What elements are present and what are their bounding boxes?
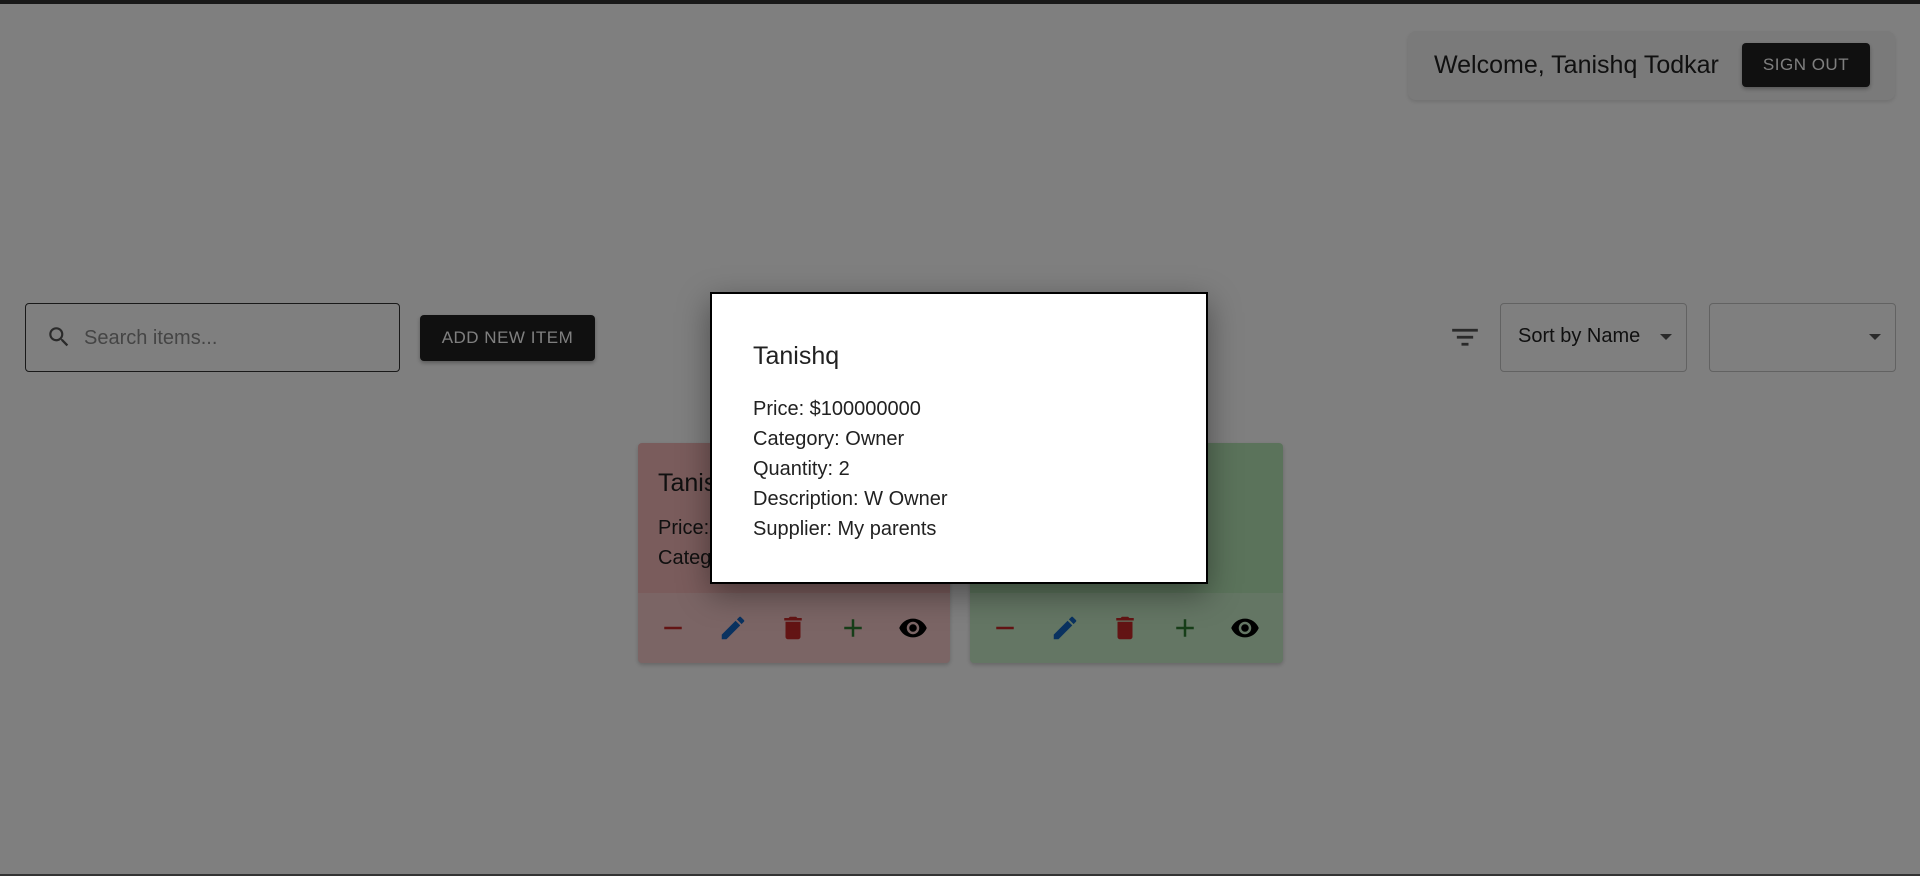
item-details-modal: Tanishq Price: $100000000 Category: Owne…	[710, 292, 1208, 584]
modal-quantity: Quantity: 2	[753, 458, 850, 480]
modal-supplier: Supplier: My parents	[753, 518, 937, 540]
modal-title: Tanishq	[753, 342, 840, 370]
modal-category: Category: Owner	[753, 428, 905, 450]
modal-price: Price: $100000000	[753, 398, 921, 420]
modal-description: Description: W Owner	[753, 488, 948, 510]
